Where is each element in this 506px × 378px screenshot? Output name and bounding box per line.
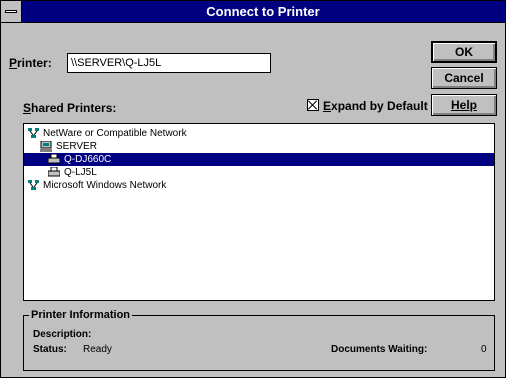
tree-item-printer-dj660c[interactable]: Q-DJ660C: [24, 153, 494, 166]
printer-information-group: [23, 315, 495, 371]
expand-by-default-label[interactable]: Expand by Default: [323, 99, 428, 113]
printer-information-title: Printer Information: [29, 309, 133, 321]
title-bar: Connect to Printer: [1, 1, 505, 23]
status-label: Status:: [33, 344, 67, 355]
shared-printers-label: Shared Printers:: [23, 101, 117, 115]
tree-item-netware[interactable]: NetWare or Compatible Network: [24, 127, 494, 140]
dialog-title: Connect to Printer: [206, 4, 320, 19]
server-icon: [40, 141, 52, 152]
system-menu-icon[interactable]: [1, 1, 22, 22]
status-value: Ready: [83, 344, 112, 355]
connect-to-printer-dialog: Connect to Printer Printer: \\SERVER\Q-L…: [0, 0, 506, 378]
network-icon: [28, 128, 39, 138]
cancel-button[interactable]: Cancel: [431, 67, 497, 89]
printer-path-input[interactable]: \\SERVER\Q-LJ5L: [67, 53, 271, 73]
network-icon: [28, 180, 39, 190]
ok-button[interactable]: OK: [431, 41, 497, 63]
description-label: Description:: [33, 329, 92, 340]
documents-waiting-label: Documents Waiting:: [331, 344, 428, 355]
tree-item-server[interactable]: SERVER: [24, 140, 494, 153]
printer-label: Printer:: [9, 56, 52, 70]
help-button[interactable]: Help: [431, 94, 497, 116]
tree-item-ms-network[interactable]: Microsoft Windows Network: [24, 179, 494, 192]
shared-printers-list[interactable]: NetWare or Compatible Network SERVER Q-D…: [23, 123, 495, 301]
printer-icon: [48, 167, 60, 177]
tree-item-printer-lj5l[interactable]: Q-LJ5L: [24, 166, 494, 179]
expand-by-default-checkbox[interactable]: [307, 99, 319, 111]
printer-icon: [48, 154, 60, 164]
documents-waiting-value: 0: [481, 344, 487, 355]
